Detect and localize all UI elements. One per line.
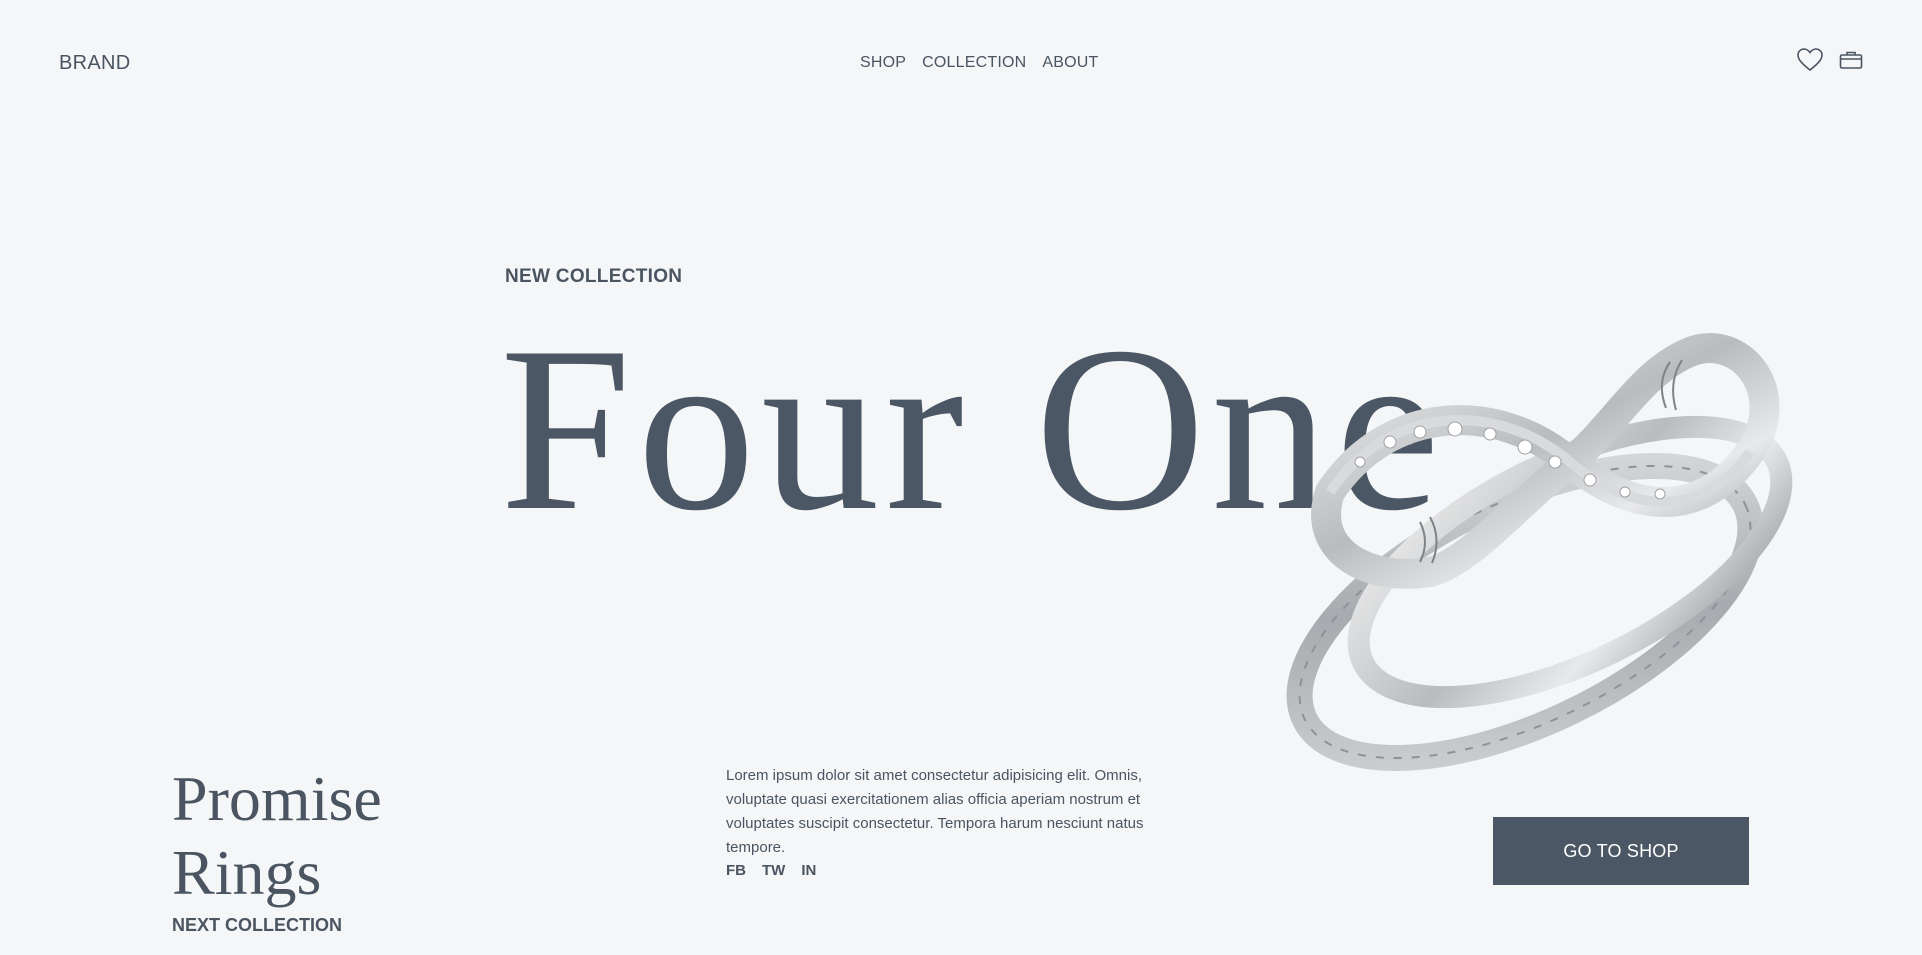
social-in-link[interactable]: IN [801,862,816,879]
promise-title-line1: Promise [172,763,382,834]
ring-image [1270,312,1830,772]
new-collection-label: NEW COLLECTION [505,266,683,287]
social-fb-link[interactable]: FB [726,862,746,879]
go-to-shop-button[interactable]: GO TO SHOP [1493,817,1749,885]
nav-shop[interactable]: SHOP [860,54,906,72]
promise-title-line2: Rings [172,837,322,908]
nav-collection[interactable]: COLLECTION [922,54,1026,72]
description-text: Lorem ipsum dolor sit amet consectetur a… [726,767,1144,856]
social-tw-link[interactable]: TW [762,862,785,879]
main-nav: SHOP COLLECTION ABOUT [860,54,1099,72]
next-collection-title: Promise Rings [172,762,382,910]
header-icons [1797,48,1863,72]
brand-logo[interactable]: BRAND [59,52,131,75]
nav-about[interactable]: ABOUT [1042,54,1098,72]
briefcase-icon[interactable] [1839,50,1863,70]
heart-icon[interactable] [1797,48,1823,72]
next-collection-label[interactable]: NEXT COLLECTION [172,915,342,936]
social-links: FB TW IN [726,862,816,879]
